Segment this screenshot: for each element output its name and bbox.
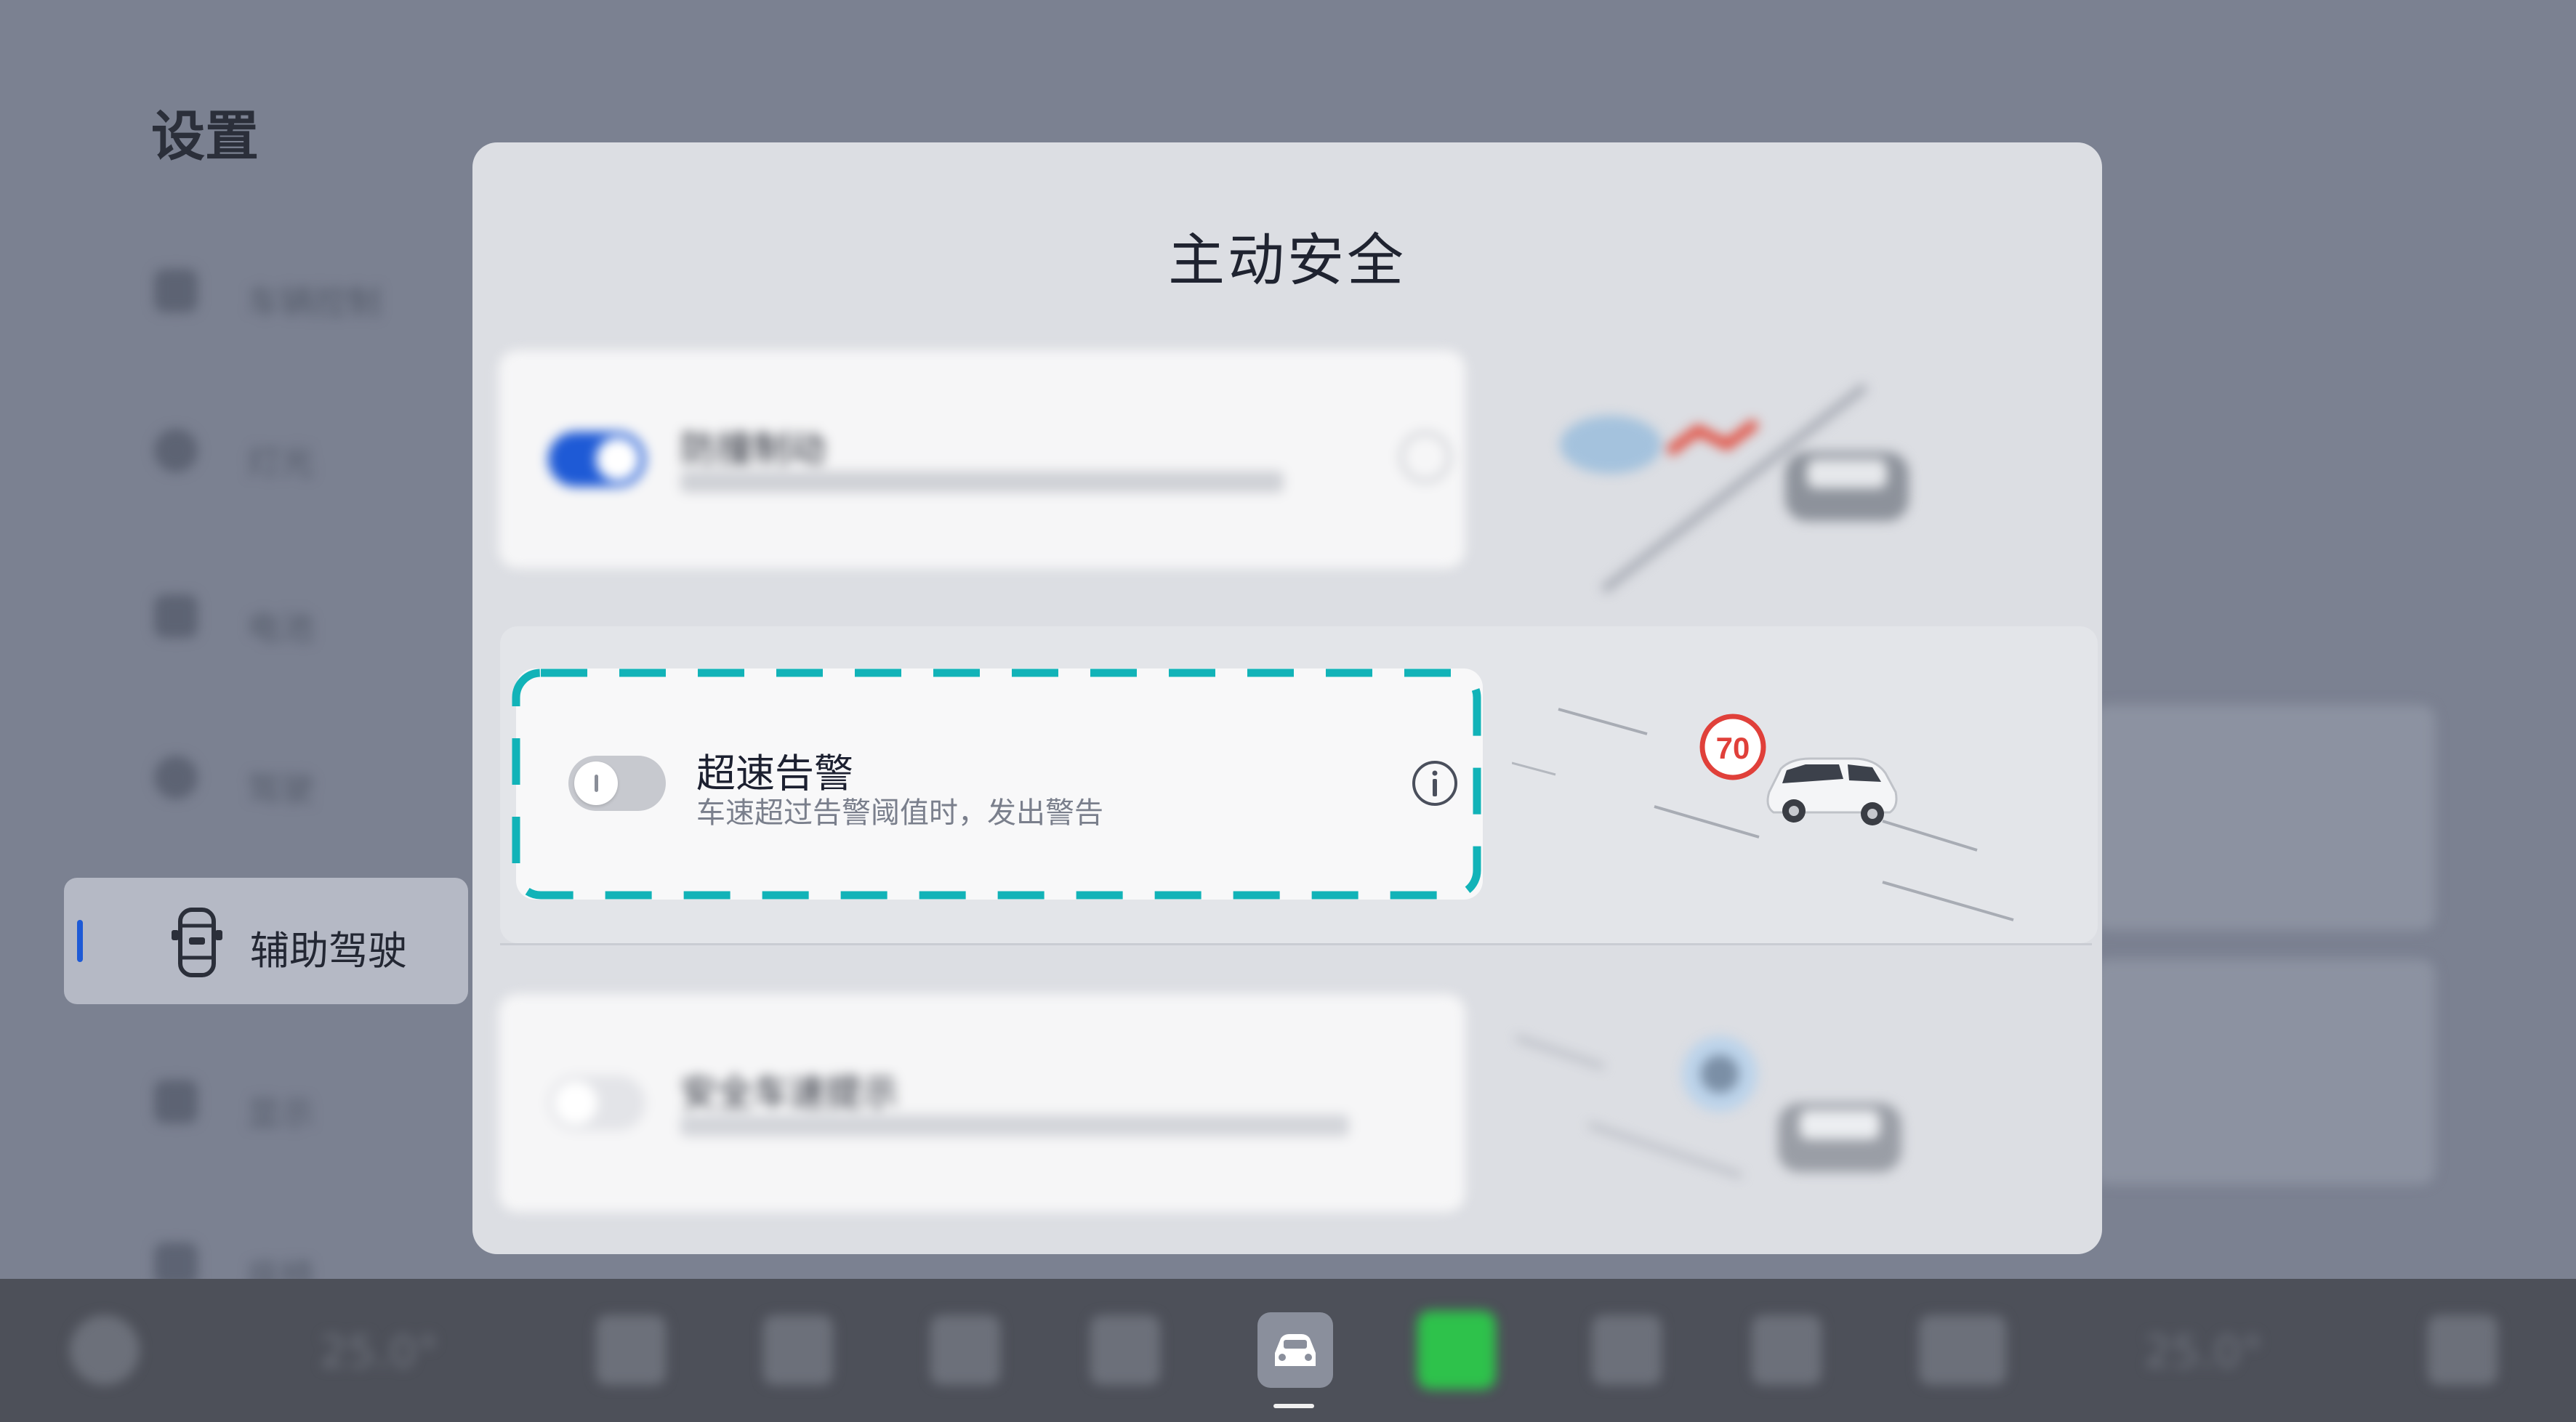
overspeed-illustration: 70	[1512, 708, 2014, 921]
row-divider	[500, 943, 2092, 945]
sidebar-item-label: 电池	[247, 608, 314, 647]
speed-limit-sign: 70	[1716, 731, 1750, 765]
sidebar-item-assisted-driving[interactable]: 辅助驾驶	[64, 878, 468, 1004]
active-indicator	[77, 920, 83, 962]
settings-sidebar: 设置 车辆控制 灯光 电池 驾驶 显示 座椅 辅助驾驶	[0, 0, 480, 1296]
car-icon[interactable]	[1257, 1312, 1333, 1388]
settings-title: 设置	[151, 105, 259, 168]
bottom-dock: 25.0° 25.0°	[0, 1279, 2576, 1422]
sidebar-item-label: 驾驶	[247, 769, 314, 809]
setting-title: 安全车速提示	[680, 1072, 898, 1114]
battery-icon[interactable]	[1090, 1315, 1160, 1385]
sidebar-item-label: 显示	[247, 1094, 314, 1133]
climate-icon[interactable]	[1752, 1315, 1822, 1385]
toggle-switch[interactable]	[548, 1075, 645, 1131]
steering-icon	[154, 756, 198, 799]
phone-icon[interactable]	[763, 1315, 833, 1385]
dialog-title: 主动安全	[1167, 228, 1406, 294]
sidebar-item-lights[interactable]: 灯光	[145, 407, 451, 494]
sidebar-item-label: 车辆控制	[247, 283, 381, 322]
sidebar-item-display[interactable]: 显示	[145, 1058, 451, 1145]
collision-braking-illustration	[1560, 383, 1909, 594]
background-card	[2093, 959, 2435, 1184]
toggle-knob	[574, 762, 618, 805]
right-temperature[interactable]: 25.0°	[2144, 1327, 2263, 1378]
sidebar-item-vehicle-control[interactable]: 车辆控制	[145, 247, 451, 334]
setting-description	[680, 1115, 1349, 1136]
link-icon[interactable]	[1919, 1315, 2006, 1385]
info-icon[interactable]	[1410, 759, 1460, 808]
setting-title: 防撞制动	[680, 428, 826, 470]
setting-card: 安全车速提示	[499, 994, 1465, 1212]
setting-description: 车速超过告警阈值时，发出警告	[696, 796, 1103, 830]
display-icon	[154, 1080, 198, 1123]
assisted-driving-icon	[172, 908, 222, 977]
fan-icon[interactable]	[596, 1315, 666, 1385]
battery-icon	[154, 594, 198, 638]
setting-card: 防撞制动	[499, 350, 1465, 568]
toggle-switch[interactable]	[548, 432, 645, 487]
setting-description	[680, 471, 1284, 493]
phone-app-icon[interactable]	[1417, 1311, 1496, 1389]
home-icon[interactable]	[70, 1315, 140, 1385]
info-icon[interactable]	[1400, 432, 1451, 482]
car-control-icon	[154, 269, 198, 312]
light-icon	[154, 429, 198, 472]
active-app-indicator	[1273, 1404, 1314, 1408]
left-temperature[interactable]: 25.0°	[320, 1327, 439, 1378]
sidebar-item-battery[interactable]: 电池	[145, 573, 451, 660]
suv-icon	[1766, 757, 1898, 825]
background-card	[2093, 705, 2435, 930]
sidebar-item-label: 灯光	[247, 443, 314, 482]
sidebar-item-label: 辅助驾驶	[250, 928, 407, 974]
overspeed-toggle[interactable]	[568, 756, 666, 811]
apps-grid-icon[interactable]	[1592, 1315, 1662, 1385]
sidebar-item-driving[interactable]: 驾驶	[145, 734, 451, 821]
lock-icon[interactable]	[930, 1315, 1000, 1385]
volume-icon[interactable]	[2428, 1315, 2497, 1385]
safe-speed-illustration	[1516, 1035, 1901, 1178]
